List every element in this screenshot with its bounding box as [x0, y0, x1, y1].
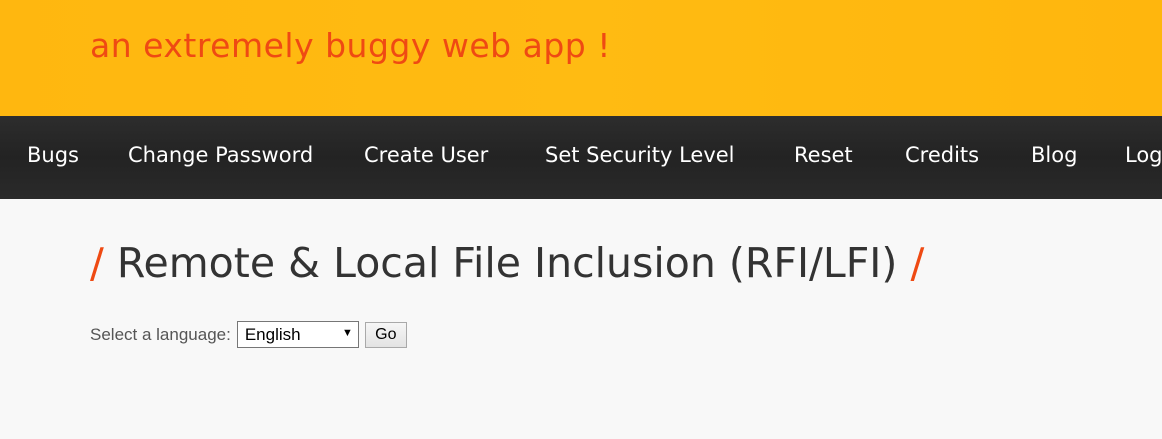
- nav-item-change-password[interactable]: Change Password: [128, 143, 313, 167]
- language-label: Select a language:: [90, 324, 231, 344]
- nav-item-set-security-level[interactable]: Set Security Level: [545, 143, 735, 167]
- main-content: / Remote & Local File Inclusion (RFI/LFI…: [0, 199, 1162, 439]
- nav-item-create-user[interactable]: Create User: [364, 143, 488, 167]
- go-button[interactable]: Go: [364, 321, 407, 348]
- nav-item-reset[interactable]: Reset: [794, 143, 853, 167]
- chevron-down-icon: ▼: [341, 327, 353, 339]
- language-form: Select a language: English ▼ Go: [90, 321, 407, 348]
- title-suffix-slash: /: [910, 239, 925, 287]
- nav-item-credits[interactable]: Credits: [905, 143, 979, 167]
- app-tagline: an extremely buggy web app !: [90, 26, 611, 65]
- language-select-value: English: [244, 324, 301, 344]
- nav-item-bugs[interactable]: Bugs: [27, 143, 79, 167]
- title-prefix-slash: /: [90, 239, 104, 287]
- nav-item-blog[interactable]: Blog: [1031, 143, 1077, 167]
- nav-item-logout[interactable]: Logout: [1125, 143, 1162, 167]
- header-banner: an extremely buggy web app !: [0, 0, 1162, 116]
- main-nav: Bugs Change Password Create User Set Sec…: [0, 116, 1162, 199]
- page-title-text: Remote & Local File Inclusion (RFI/LFI): [116, 239, 898, 287]
- page-title: / Remote & Local File Inclusion (RFI/LFI…: [90, 239, 924, 287]
- language-select[interactable]: English ▼: [236, 321, 359, 348]
